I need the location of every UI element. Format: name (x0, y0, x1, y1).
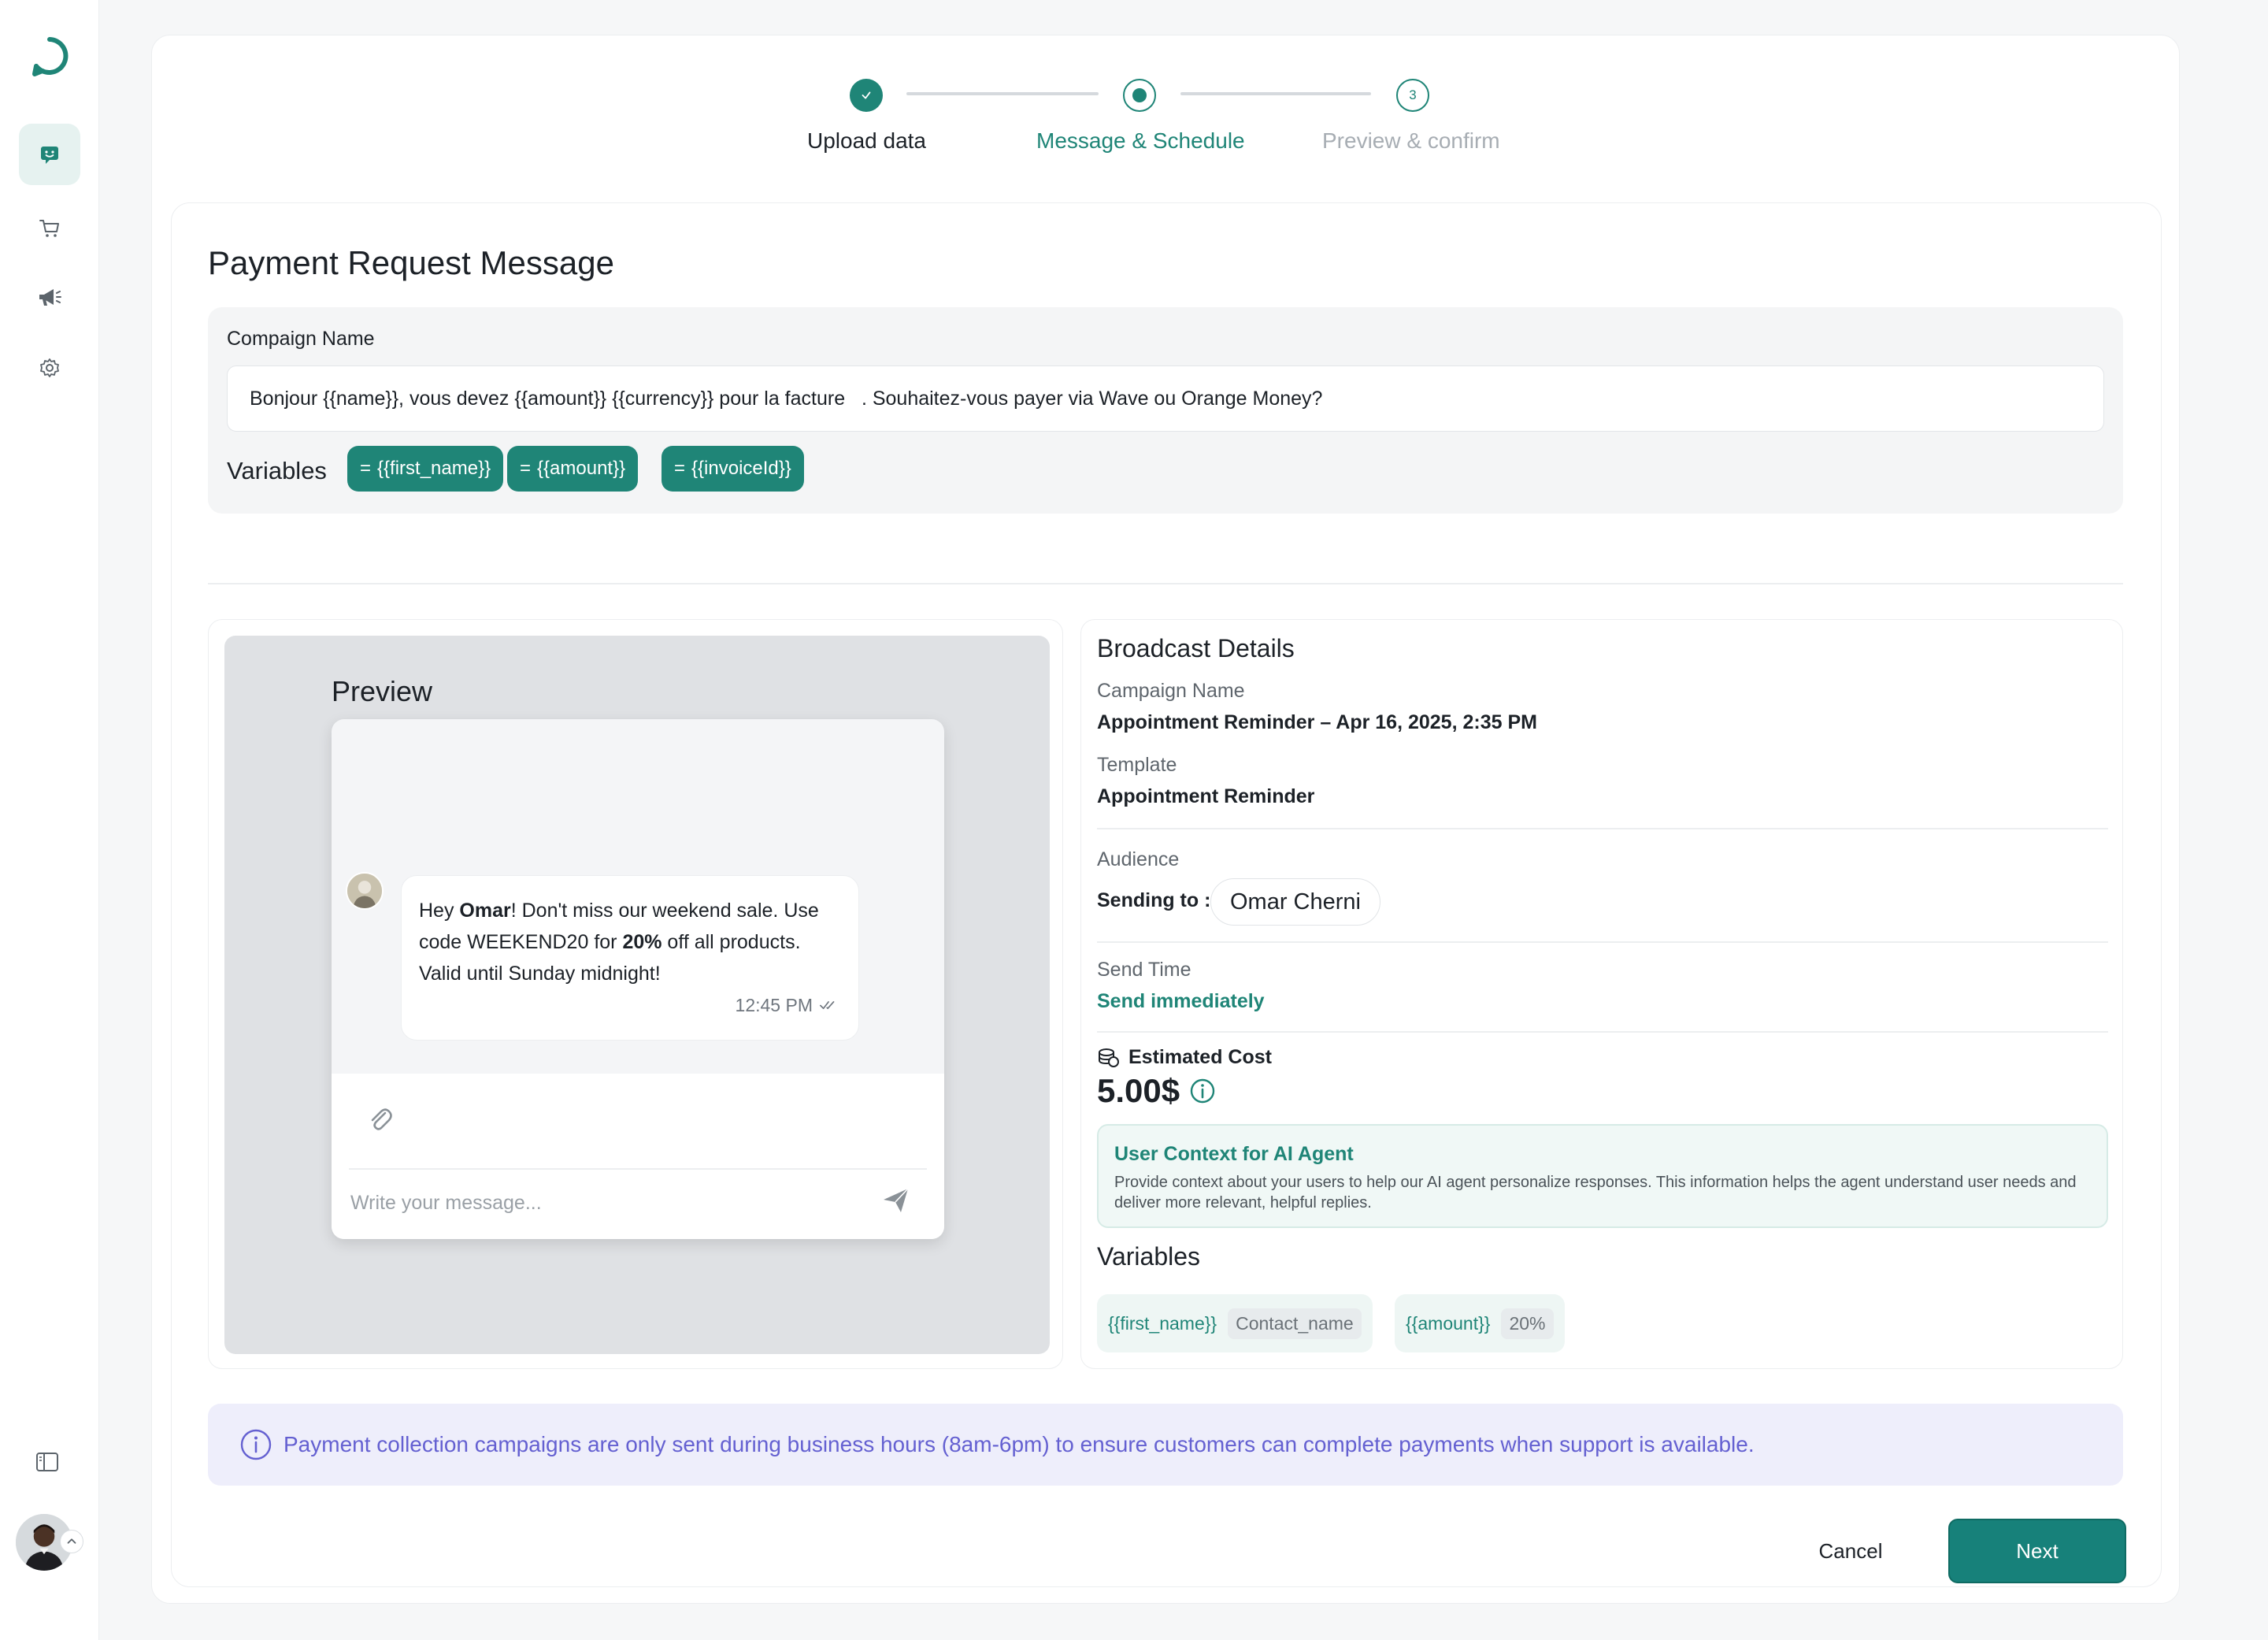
stepper: 3 Upload data Message & Schedule Preview… (152, 35, 2179, 193)
chevron-up-icon[interactable] (60, 1530, 83, 1553)
equals-icon: = (520, 458, 532, 479)
composer-divider (349, 1168, 927, 1170)
variable-chip-invoice-id[interactable]: = {{invoiceId}} (662, 446, 804, 492)
info-icon[interactable] (1189, 1078, 1216, 1104)
page-title: Payment Request Message (208, 244, 614, 281)
details-variables-title: Variables (1097, 1242, 1201, 1271)
variable-chip-amount[interactable]: = {{amount}} (507, 446, 639, 492)
paperclip-icon[interactable] (363, 1102, 398, 1137)
compose-label: Compaign Name (227, 328, 375, 350)
sidebar (0, 0, 99, 1640)
compose-box: Compaign Name Bonjour {{name}}, vous dev… (208, 307, 2123, 514)
phone-mockup: Hey Omar! Don't miss our weekend sale. U… (332, 719, 944, 1239)
message-input[interactable]: Bonjour {{name}}, vous devez {{amount}} … (227, 365, 2104, 432)
step-1-complete-check-icon[interactable] (850, 79, 883, 112)
step-2-active-icon[interactable] (1123, 79, 1156, 112)
details-variable-amount[interactable]: {{amount}} 20% (1395, 1294, 1565, 1352)
gear-icon (40, 358, 59, 377)
broadcast-details-title: Broadcast Details (1097, 634, 1295, 662)
step-3-number[interactable]: 3 (1396, 79, 1429, 112)
user-menu[interactable] (14, 1512, 85, 1575)
sending-to-label: Sending to : (1097, 889, 1211, 911)
coins-icon (1099, 1048, 1119, 1067)
details-divider (1097, 1031, 2108, 1033)
details-divider (1097, 941, 2108, 943)
sidebar-item-settings[interactable] (19, 337, 80, 399)
details-divider (1097, 828, 2108, 829)
sidebar-item-chat[interactable] (19, 124, 80, 185)
main-card: 3 Upload data Message & Schedule Preview… (151, 35, 2180, 1604)
section-divider (208, 583, 2123, 584)
composer: Write your message... (332, 1074, 944, 1239)
estimated-cost-value: 5.00$ (1097, 1072, 1180, 1109)
next-button[interactable]: Next (1948, 1519, 2126, 1583)
preview-panel: Preview Hey Omar! Don't miss our weekend… (208, 619, 1063, 1369)
step-connector (906, 92, 1099, 95)
ai-context-box[interactable]: User Context for AI Agent Provide contex… (1097, 1124, 2108, 1228)
cost-row: 5.00$ (1097, 1072, 1216, 1110)
estimated-cost-row: Estimated Cost (1097, 1045, 1272, 1069)
send-icon[interactable] (880, 1184, 913, 1217)
sidebar-item-shop[interactable] (19, 197, 80, 258)
notice-text: Payment collection campaigns are only se… (284, 1432, 1755, 1456)
double-check-icon (820, 1000, 835, 1009)
ai-context-description: Provide context about your users to help… (1114, 1174, 2077, 1211)
message-bubble: Hey Omar! Don't miss our weekend sale. U… (401, 875, 859, 1041)
sidebar-toggle-icon[interactable] (33, 1448, 61, 1476)
campaign-name-label: Campaign Name (1097, 680, 1245, 702)
preview-title: Preview (332, 675, 433, 707)
step-label-upload[interactable]: Upload data (807, 128, 926, 154)
campaign-name-value: Appointment Reminder – Apr 16, 2025, 2:3… (1097, 711, 1537, 733)
template-value: Appointment Reminder (1097, 785, 1315, 807)
send-time-label: Send Time (1097, 959, 1191, 981)
step-connector (1180, 92, 1371, 95)
contact-avatar (346, 872, 384, 910)
send-time-value[interactable]: Send immediately (1097, 990, 1265, 1013)
cancel-button[interactable]: Cancel (1772, 1519, 1929, 1583)
equals-icon: = (360, 458, 372, 479)
info-icon (240, 1429, 272, 1460)
template-label: Template (1097, 754, 1177, 776)
write-message-input[interactable]: Write your message... (350, 1192, 542, 1215)
details-variable-first-name[interactable]: {{first_name}} Contact_name (1097, 1294, 1373, 1352)
sidebar-item-campaigns[interactable] (19, 266, 80, 328)
step-label-message[interactable]: Message & Schedule (1036, 128, 1245, 154)
preview-background: Preview Hey Omar! Don't miss our weekend… (224, 636, 1050, 1354)
message-time: 12:45 PM (736, 989, 839, 1021)
broadcast-details: Broadcast Details Campaign Name Appointm… (1080, 619, 2123, 1369)
variables-label: Variables (227, 457, 327, 484)
audience-chip[interactable]: Omar Cherni (1210, 878, 1380, 926)
megaphone-icon (39, 289, 61, 306)
audience-label: Audience (1097, 848, 1180, 870)
app-logo-icon[interactable] (28, 35, 71, 77)
step-label-preview[interactable]: Preview & confirm (1322, 128, 1500, 154)
cart-icon (39, 220, 59, 237)
business-hours-notice: Payment collection campaigns are only se… (208, 1404, 2123, 1486)
ai-context-title: User Context for AI Agent (1114, 1143, 1354, 1165)
estimated-cost-label: Estimated Cost (1128, 1045, 1272, 1068)
chat-icon (41, 147, 58, 164)
payment-request-form: Payment Request Message Compaign Name Bo… (171, 202, 2162, 1587)
variable-chip-first-name[interactable]: = {{first_name}} (347, 446, 504, 492)
equals-icon: = (674, 458, 686, 479)
